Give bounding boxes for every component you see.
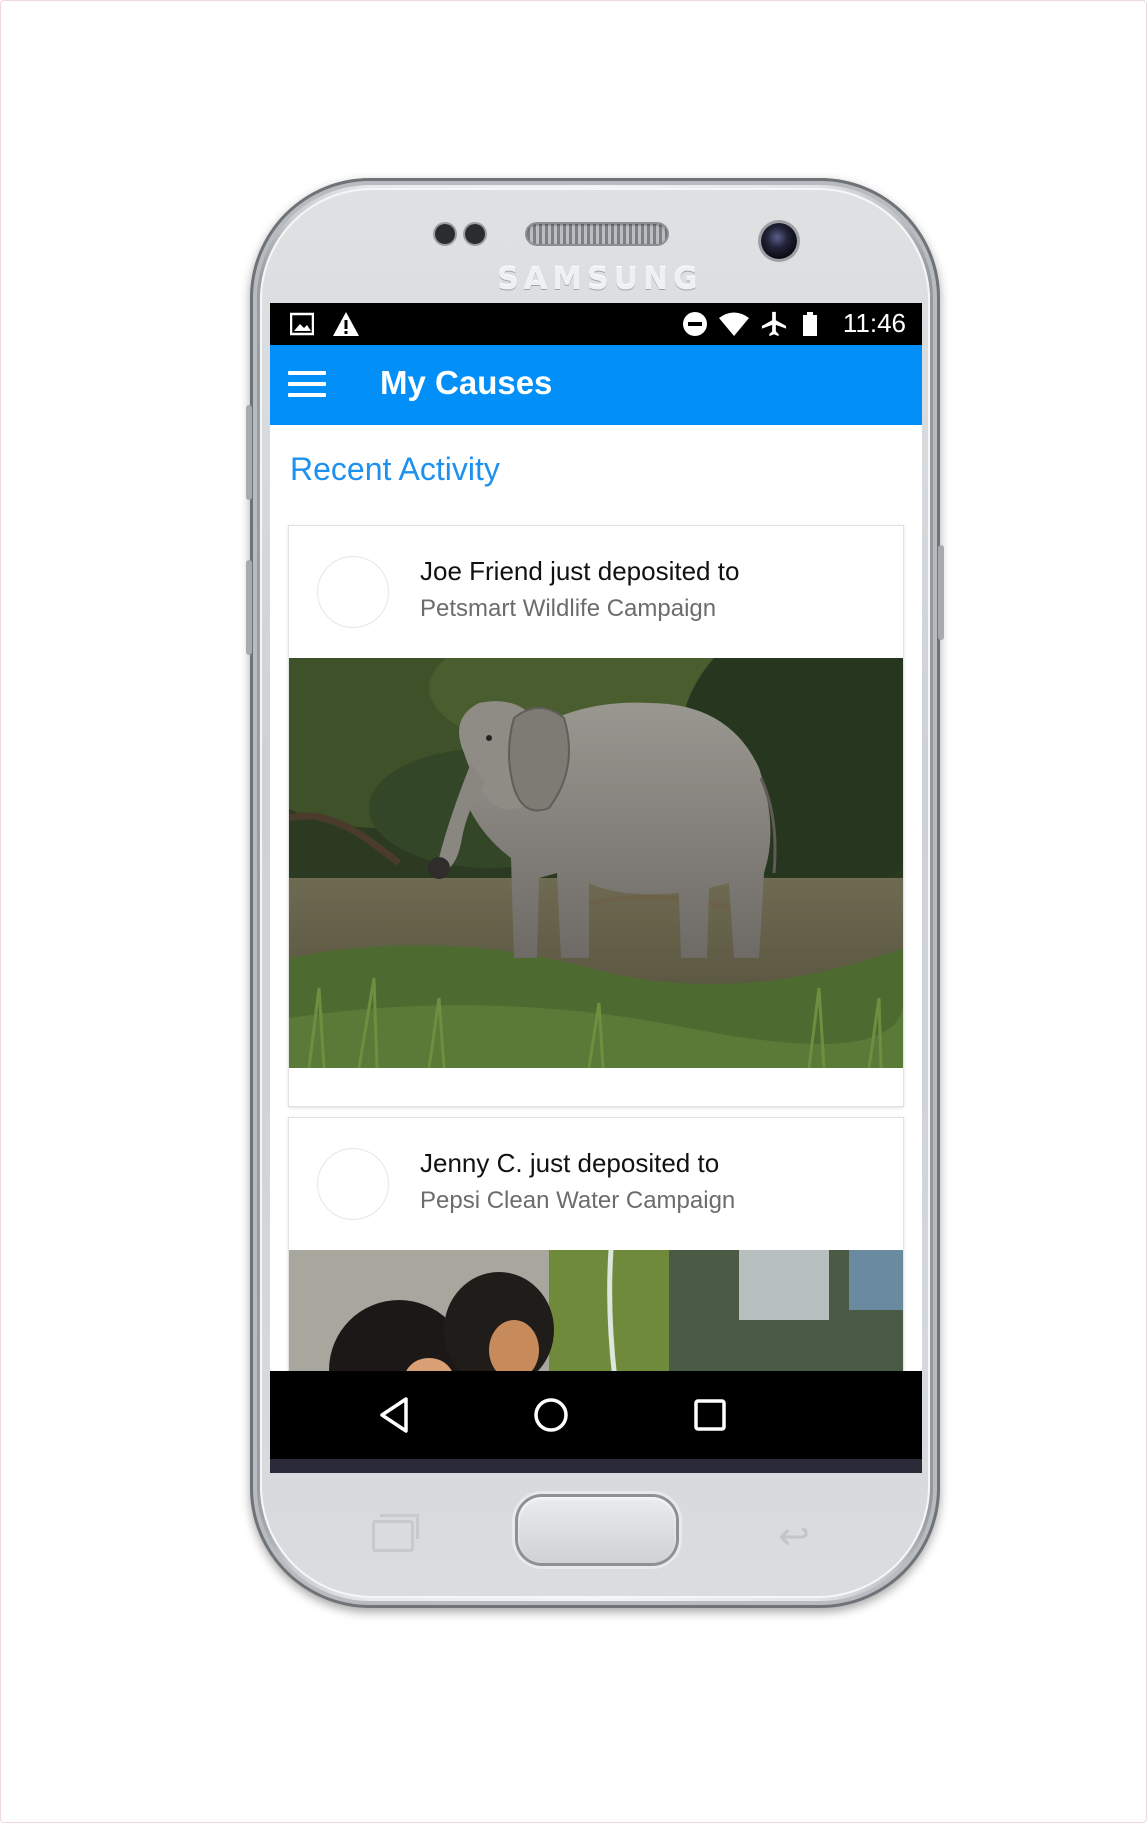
activity-card[interactable]: Joe Friend just deposited to Petsmart Wi… — [288, 525, 904, 1107]
battery-icon — [803, 312, 817, 336]
wifi-icon — [719, 312, 749, 336]
warning-icon — [333, 312, 359, 336]
power-button-left — [246, 560, 252, 655]
status-bar: 11:46 — [270, 303, 922, 345]
menu-icon[interactable] — [288, 371, 326, 401]
activity-campaign[interactable]: Pepsi Clean Water Campaign — [420, 1187, 735, 1215]
volume-button — [246, 405, 252, 500]
recents-icon[interactable] — [688, 1393, 732, 1437]
do-not-disturb-icon — [683, 312, 707, 336]
hardware-recents-key[interactable] — [372, 1514, 419, 1552]
screen: 11:46 My Causes Recent Activity Joe Frie… — [270, 303, 922, 1473]
status-time: 11:46 — [842, 308, 906, 338]
activity-headline: Jenny C. just deposited to — [420, 1148, 720, 1178]
hardware-home-button[interactable] — [518, 1497, 676, 1563]
activity-campaign[interactable]: Petsmart Wildlife Campaign — [420, 595, 716, 623]
nav-bar — [270, 1371, 922, 1459]
section-title: Recent Activity — [290, 451, 500, 487]
avatar — [317, 556, 389, 628]
image-icon — [290, 312, 314, 336]
screen-bottom-edge — [270, 1459, 922, 1473]
elephant-photo[interactable] — [289, 658, 903, 1068]
sensor-dots — [435, 224, 485, 244]
hardware-back-key[interactable]: ↩ — [778, 1518, 810, 1556]
avatar — [317, 1148, 389, 1220]
home-icon[interactable] — [529, 1393, 573, 1437]
airplane-mode-icon — [761, 311, 787, 337]
app-bar: My Causes — [270, 345, 922, 425]
brand-logo: SAMSUNG — [497, 262, 703, 297]
power-button-right — [938, 545, 944, 640]
activity-headline: Joe Friend just deposited to — [420, 556, 740, 586]
app-title: My Causes — [380, 364, 553, 401]
earpiece-speaker — [527, 224, 667, 244]
back-icon[interactable] — [372, 1393, 416, 1437]
front-camera — [761, 223, 797, 259]
